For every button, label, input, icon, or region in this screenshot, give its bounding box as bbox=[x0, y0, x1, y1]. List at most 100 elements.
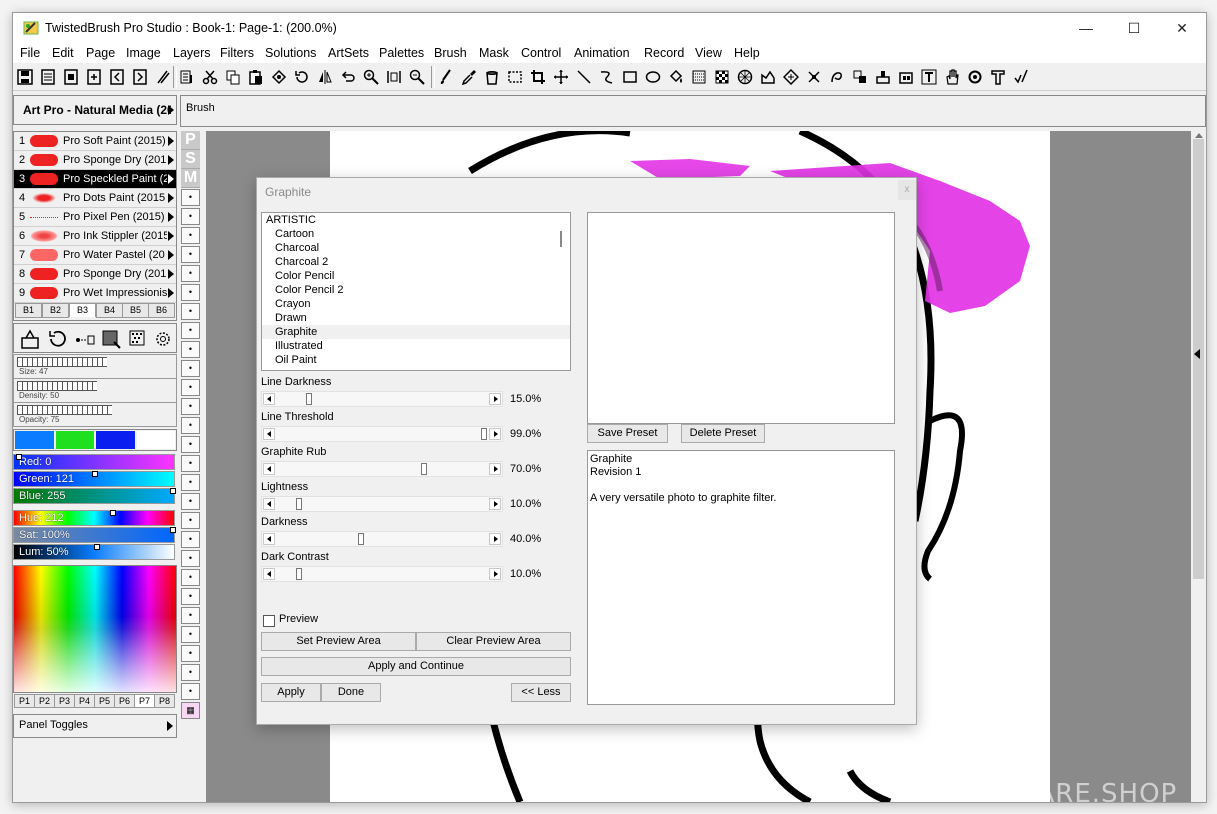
custom-slot-button[interactable]: • bbox=[181, 455, 200, 472]
menu-palettes[interactable]: Palettes bbox=[379, 46, 424, 60]
tab-b3[interactable]: B3 bbox=[69, 303, 96, 317]
swatch-dark-blue[interactable] bbox=[96, 431, 135, 449]
transform-icon[interactable] bbox=[270, 68, 288, 86]
stamp-icon[interactable] bbox=[874, 68, 892, 86]
checker-icon[interactable] bbox=[713, 68, 731, 86]
link-brush-icon[interactable] bbox=[73, 328, 95, 350]
menu-page[interactable]: Page bbox=[86, 46, 115, 60]
smudge-icon[interactable] bbox=[828, 68, 846, 86]
eyedropper-icon[interactable] bbox=[460, 68, 478, 86]
brush-menu-arrow-icon[interactable] bbox=[168, 136, 174, 146]
next-page-icon[interactable] bbox=[131, 68, 149, 86]
vertical-scrollbar[interactable] bbox=[1191, 131, 1206, 802]
filter-item-selected[interactable]: Graphite bbox=[262, 325, 570, 339]
slider-thumb[interactable] bbox=[358, 533, 365, 545]
menu-solutions[interactable]: Solutions bbox=[265, 46, 316, 60]
tab-b1[interactable]: B1 bbox=[15, 303, 42, 318]
brush-item-5[interactable]: 5 Pro Pixel Pen (2015) bbox=[14, 208, 176, 227]
slider-right-arrow-icon[interactable] bbox=[489, 498, 501, 510]
custom-slot-button[interactable]: • bbox=[181, 341, 200, 358]
custom-slot-button[interactable]: • bbox=[181, 284, 200, 301]
new-page-icon[interactable] bbox=[85, 68, 103, 86]
slider-thumb[interactable] bbox=[295, 568, 302, 580]
menu-control[interactable]: Control bbox=[521, 46, 561, 60]
scroll-up-icon[interactable] bbox=[1195, 133, 1203, 138]
curve-icon[interactable] bbox=[598, 68, 616, 86]
brush-menu-arrow-icon[interactable] bbox=[168, 212, 174, 222]
brush-tool-icon[interactable] bbox=[437, 68, 455, 86]
custom-slot-button[interactable]: • bbox=[181, 569, 200, 586]
set-preview-area-button[interactable]: Set Preview Area bbox=[261, 632, 416, 651]
scroll-thumb[interactable] bbox=[1193, 139, 1204, 579]
menu-animation[interactable]: Animation bbox=[574, 46, 630, 60]
swatch-green[interactable] bbox=[55, 431, 94, 449]
tool-t-icon[interactable] bbox=[989, 68, 1007, 86]
color-spectrum[interactable] bbox=[13, 565, 177, 693]
artset-arrow-icon[interactable] bbox=[168, 105, 174, 115]
fit-icon[interactable] bbox=[385, 68, 403, 86]
prev-page-icon[interactable] bbox=[108, 68, 126, 86]
artset-selector[interactable]: Art Pro - Natural Media (20 bbox=[13, 95, 177, 125]
menu-mask[interactable]: Mask bbox=[479, 46, 509, 60]
custom-slot-button[interactable]: • bbox=[181, 303, 200, 320]
menu-help[interactable]: Help bbox=[734, 46, 760, 60]
hue-slider[interactable]: Hue: 212 bbox=[13, 510, 175, 526]
filter-item[interactable]: Charcoal bbox=[262, 241, 570, 255]
tab-b5[interactable]: B5 bbox=[122, 303, 149, 318]
panel-toggles[interactable]: Panel Toggles bbox=[13, 714, 177, 738]
swatch-blue[interactable] bbox=[15, 431, 54, 449]
custom-slot-button[interactable]: • bbox=[181, 531, 200, 548]
slider-left-arrow-icon[interactable] bbox=[263, 393, 275, 405]
brush-menu-arrow-icon[interactable] bbox=[168, 250, 174, 260]
brush-item-8[interactable]: 8 Pro Sponge Dry (201 bbox=[14, 265, 176, 284]
custom-slot-button[interactable]: • bbox=[181, 265, 200, 282]
param-slider[interactable] bbox=[261, 426, 503, 442]
custom-slot-button[interactable]: • bbox=[181, 360, 200, 377]
tab-b6[interactable]: B6 bbox=[148, 303, 175, 318]
undo-icon[interactable] bbox=[339, 68, 357, 86]
custom-slot-button[interactable]: • bbox=[181, 683, 200, 700]
apply-button[interactable]: Apply bbox=[261, 683, 321, 702]
slider-right-arrow-icon[interactable] bbox=[489, 533, 501, 545]
custom-slot-button[interactable]: • bbox=[181, 322, 200, 339]
clone-icon[interactable] bbox=[851, 68, 869, 86]
custom-slot-button[interactable]: • bbox=[181, 227, 200, 244]
slider-right-arrow-icon[interactable] bbox=[489, 428, 501, 440]
tab-p3[interactable]: P3 bbox=[54, 694, 75, 708]
slider-left-arrow-icon[interactable] bbox=[263, 498, 275, 510]
slider-left-arrow-icon[interactable] bbox=[263, 463, 275, 475]
menu-layers[interactable]: Layers bbox=[173, 46, 211, 60]
tab-p7[interactable]: P7 bbox=[134, 694, 155, 708]
refresh-icon[interactable] bbox=[966, 68, 984, 86]
menu-edit[interactable]: Edit bbox=[52, 46, 74, 60]
blue-slider[interactable]: Blue: 255 bbox=[13, 488, 176, 504]
menu-file[interactable]: File bbox=[20, 46, 40, 60]
brush-menu-arrow-icon[interactable] bbox=[168, 288, 174, 298]
flip-icon[interactable] bbox=[316, 68, 334, 86]
custom-slot-button[interactable]: • bbox=[181, 398, 200, 415]
preset-preview[interactable] bbox=[587, 212, 895, 424]
brush-item-1[interactable]: 1 Pro Soft Paint (2015) bbox=[14, 132, 176, 151]
save-icon[interactable] bbox=[16, 68, 34, 86]
export-brush-icon[interactable] bbox=[19, 328, 41, 350]
text-tool-icon[interactable] bbox=[920, 68, 938, 86]
slider-right-arrow-icon[interactable] bbox=[489, 463, 501, 475]
tab-p2[interactable]: P2 bbox=[34, 694, 55, 708]
zoom-out-icon[interactable] bbox=[408, 68, 426, 86]
filter-item[interactable]: Illustrated bbox=[262, 339, 570, 353]
color-picker-icon[interactable] bbox=[897, 68, 915, 86]
custom-slot-button[interactable]: • bbox=[181, 493, 200, 510]
density-slider[interactable]: Density: 50 bbox=[13, 378, 177, 403]
tab-p4[interactable]: P4 bbox=[74, 694, 95, 708]
check-brush-icon[interactable] bbox=[1012, 68, 1030, 86]
brush-menu-arrow-icon[interactable] bbox=[168, 231, 174, 241]
sparkle-icon[interactable] bbox=[805, 68, 823, 86]
crop-icon[interactable] bbox=[529, 68, 547, 86]
brush-menu-arrow-icon[interactable] bbox=[168, 174, 174, 184]
slider-thumb[interactable] bbox=[295, 498, 302, 510]
slider-left-arrow-icon[interactable] bbox=[263, 428, 275, 440]
list-icon[interactable] bbox=[178, 68, 196, 86]
p-button[interactable]: P bbox=[181, 131, 200, 150]
slider-right-arrow-icon[interactable] bbox=[489, 568, 501, 580]
apply-and-continue-button[interactable]: Apply and Continue bbox=[261, 657, 571, 676]
